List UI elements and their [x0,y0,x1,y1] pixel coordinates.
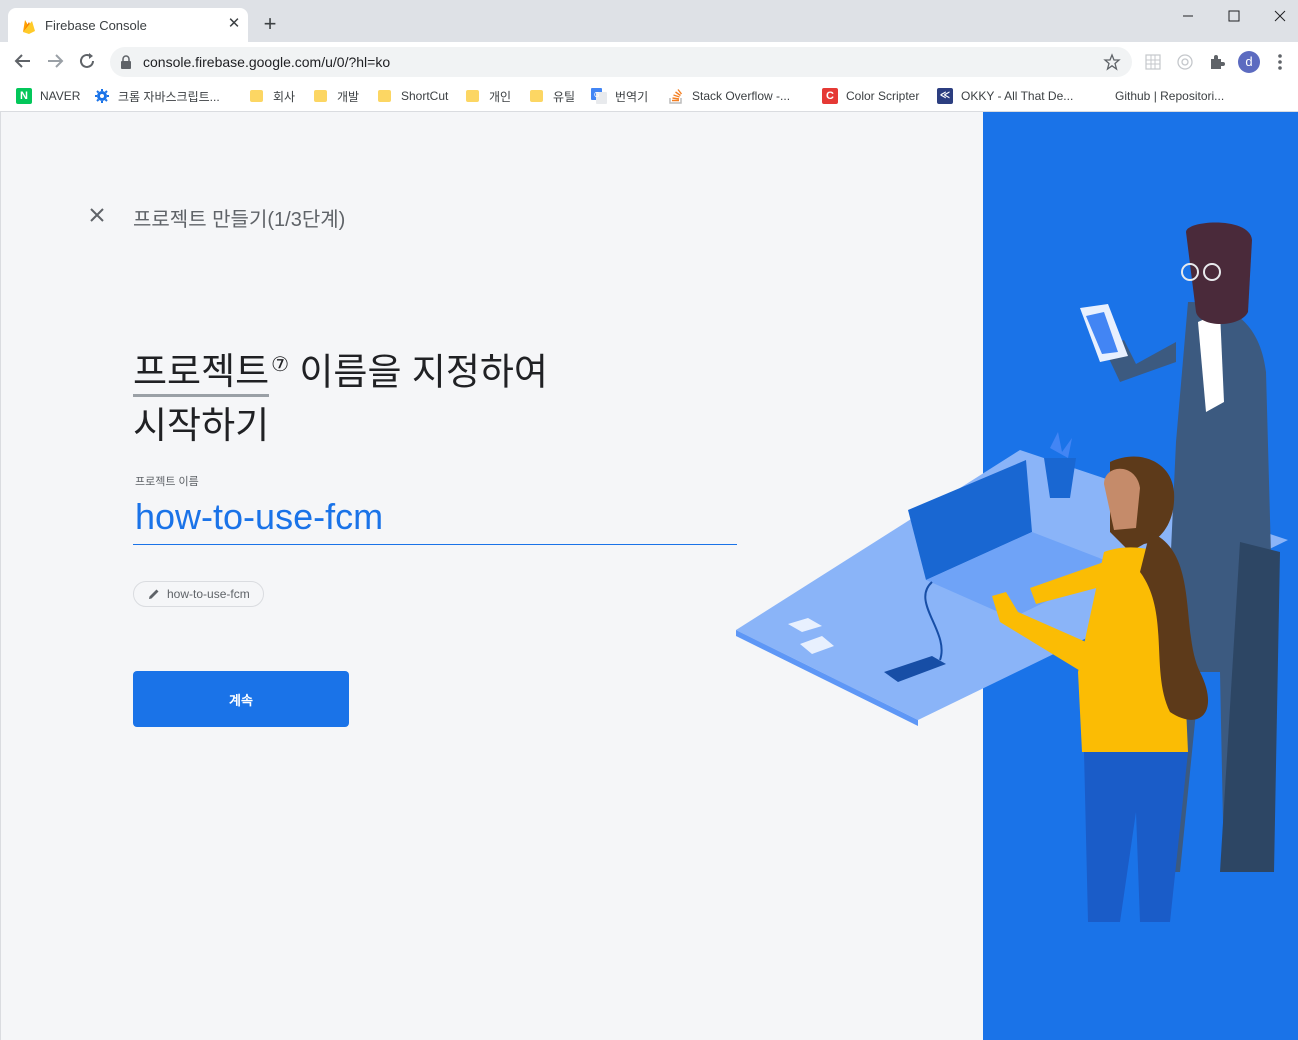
reload-icon[interactable] [76,50,98,72]
tab-close-icon[interactable]: ✕ [226,16,242,32]
extension-target-icon[interactable] [1175,52,1195,72]
bookmark-label: Github | Repositori... [1115,89,1225,103]
window-close-icon[interactable] [1260,4,1298,28]
bookmark-label: Color Scripter [846,89,920,103]
pencil-icon [149,589,159,599]
page-headline: 프로젝트 ⑦ 이름을 지정하여 시작하기 [133,338,548,453]
bookmark-label: 크롬 자바스크립트... [118,89,220,104]
project-term-link[interactable]: 프로젝트 [133,351,270,398]
project-id-text: how-to-use-fcm [167,587,250,601]
bookmark-label: ShortCut [401,89,449,103]
color-scripter-icon: C [822,88,838,104]
google-translate-icon: G [591,88,607,104]
bookmark-label: NAVER [40,89,81,103]
naver-icon: N [16,88,32,104]
bookmark-folder-personal[interactable]: 개인 [464,85,511,107]
bookmark-folder-company[interactable]: 회사 [248,85,295,107]
stackoverflow-icon [669,89,683,104]
bookmark-stackoverflow[interactable]: Stack Overflow -... [668,85,790,107]
headline-line-2: 시작하기 [133,405,270,447]
minimize-icon[interactable] [1168,4,1208,28]
help-icon[interactable]: ⑦ [271,354,289,376]
maximize-icon[interactable] [1214,4,1254,28]
folder-icon [530,90,543,102]
window-edge [0,112,1,1040]
bookmark-star-icon[interactable] [1103,53,1121,71]
lock-icon[interactable] [120,55,132,69]
profile-avatar[interactable]: d [1238,51,1260,73]
browser-toolbar: console.firebase.google.com/u/0/?hl=ko d [0,42,1298,80]
svg-text:G: G [594,92,599,99]
project-id-chip[interactable]: how-to-use-fcm [133,581,264,607]
new-tab-button[interactable]: + [258,12,282,36]
bookmark-label: OKKY - All That De... [961,89,1074,103]
bookmark-translator[interactable]: G 번역기 [591,85,648,107]
bookmarks-bar: N NAVER 크롬 자바스크립트... 회사 개발 ShortCut 개인 유… [0,80,1298,112]
continue-button[interactable]: 계속 [133,671,349,727]
illustration [736,112,1298,1040]
folder-icon [314,90,327,102]
bookmark-chrome-javascript[interactable]: 크롬 자바스크립트... [94,85,220,107]
extensions-puzzle-icon[interactable] [1207,52,1227,72]
firebase-icon [23,20,35,34]
bookmark-folder-dev[interactable]: 개발 [312,85,359,107]
folder-icon [466,90,479,102]
browser-tab[interactable]: Firebase Console ✕ [8,8,248,42]
close-icon[interactable] [86,204,108,226]
bookmark-label: 회사 [273,89,296,104]
project-name-label: 프로젝트 이름 [135,476,199,488]
bookmark-label: 유틸 [553,89,576,104]
address-bar[interactable]: console.firebase.google.com/u/0/?hl=ko [110,47,1132,77]
folder-icon [250,90,263,102]
tab-title: Firebase Console [45,18,147,33]
step-title: 프로젝트 만들기(1/3단계) [133,209,346,231]
firebase-create-project-page: 프로젝트 만들기(1/3단계) 프로젝트 ⑦ 이름을 지정하여 시작하기 프로젝트… [0,112,1298,1040]
bookmark-label: 번역기 [615,89,649,104]
bookmark-naver[interactable]: N NAVER [16,85,80,107]
bookmark-label: Stack Overflow -... [692,89,791,103]
headline-line-1: 프로젝트 ⑦ 이름을 지정하여 [133,338,548,399]
back-icon[interactable] [12,50,34,72]
settings-icon [95,89,109,103]
browser-titlebar: Firebase Console ✕ + [0,0,1298,42]
extension-grid-icon[interactable] [1143,52,1163,72]
bookmark-okky[interactable]: ≪ OKKY - All That De... [937,85,1073,107]
forward-icon[interactable] [44,50,66,72]
headline-text: 이름을 지정하여 [289,351,548,393]
folder-icon [378,90,391,102]
bookmark-color-scripter[interactable]: C Color Scripter [822,85,919,107]
more-menu-icon[interactable] [1272,51,1288,73]
url-text[interactable]: console.firebase.google.com/u/0/?hl=ko [143,54,390,70]
bookmark-github[interactable]: Github | Repositori... [1115,85,1224,107]
bookmark-label: 개발 [337,89,360,104]
project-name-input[interactable] [133,490,737,545]
bookmark-folder-shortcut[interactable]: ShortCut [376,85,448,107]
okky-icon: ≪ [937,88,953,104]
bookmark-folder-util[interactable]: 유틸 [528,85,575,107]
bookmark-label: 개인 [489,89,512,104]
